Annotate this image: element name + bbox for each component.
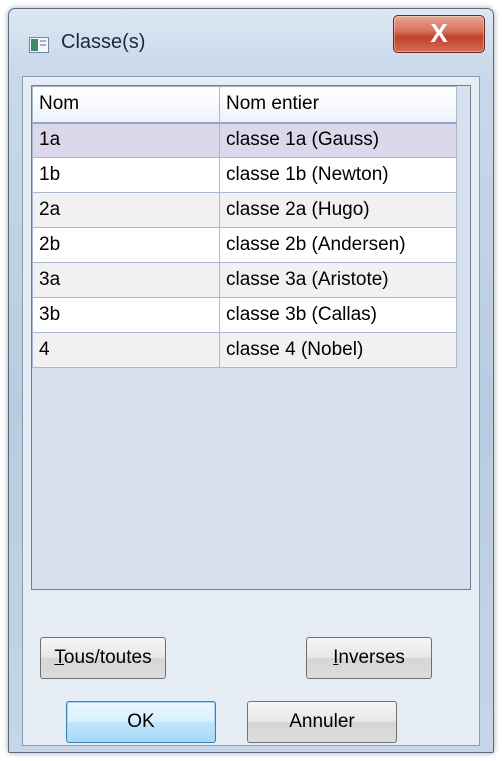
select-all-mnemonic: T xyxy=(54,647,64,668)
table-row[interactable]: 1a classe 1a (Gauss) xyxy=(32,122,457,158)
title-bar[interactable]: Classe(s) X xyxy=(9,9,493,77)
cell-nom-entier: classe 2b (Andersen) xyxy=(219,227,457,263)
dialog-client-area: Nom Nom entier 1a classe 1a (Gauss) 1b c… xyxy=(22,76,480,746)
invert-button[interactable]: Inverses xyxy=(306,637,432,679)
cell-nom: 2a xyxy=(32,192,220,228)
cell-nom: 3b xyxy=(32,297,220,333)
cell-nom-entier: classe 4 (Nobel) xyxy=(219,332,457,368)
class-grid[interactable]: Nom Nom entier 1a classe 1a (Gauss) 1b c… xyxy=(31,85,471,590)
cancel-button[interactable]: Annuler xyxy=(247,701,397,743)
ok-button[interactable]: OK xyxy=(66,701,216,743)
table-row[interactable]: 1b classe 1b (Newton) xyxy=(32,157,457,193)
close-icon: X xyxy=(430,18,448,48)
column-header-nom-entier[interactable]: Nom entier xyxy=(219,86,457,124)
class-table: Nom Nom entier 1a classe 1a (Gauss) 1b c… xyxy=(32,86,457,368)
table-row[interactable]: 2a classe 2a (Hugo) xyxy=(32,192,457,228)
table-row[interactable]: 2b classe 2b (Andersen) xyxy=(32,227,457,263)
cell-nom-entier: classe 3b (Callas) xyxy=(219,297,457,333)
cell-nom-entier: classe 3a (Aristote) xyxy=(219,262,457,298)
dialog-window: Classe(s) X Nom Nom entier 1a classe 1a … xyxy=(8,8,494,753)
table-row[interactable]: 4 classe 4 (Nobel) xyxy=(32,332,457,368)
cell-nom: 1a xyxy=(32,122,220,158)
cell-nom: 3a xyxy=(32,262,220,298)
column-header-nom[interactable]: Nom xyxy=(32,86,220,124)
select-all-button[interactable]: Tous/toutes xyxy=(40,637,166,679)
table-row[interactable]: 3a classe 3a (Aristote) xyxy=(32,262,457,298)
table-row[interactable]: 3b classe 3b (Callas) xyxy=(32,297,457,333)
invert-label: nverses xyxy=(338,647,405,668)
cell-nom-entier: classe 1a (Gauss) xyxy=(219,122,457,158)
cell-nom: 4 xyxy=(32,332,220,368)
cell-nom-entier: classe 2a (Hugo) xyxy=(219,192,457,228)
cell-nom-entier: classe 1b (Newton) xyxy=(219,157,457,193)
window-title: Classe(s) xyxy=(61,31,146,53)
select-all-label: ous/toutes xyxy=(63,647,152,668)
cell-nom: 2b xyxy=(32,227,220,263)
cell-nom: 1b xyxy=(32,157,220,193)
window-app-icon xyxy=(29,37,49,53)
table-header-row: Nom Nom entier xyxy=(32,86,457,124)
close-button[interactable]: X xyxy=(393,15,485,53)
